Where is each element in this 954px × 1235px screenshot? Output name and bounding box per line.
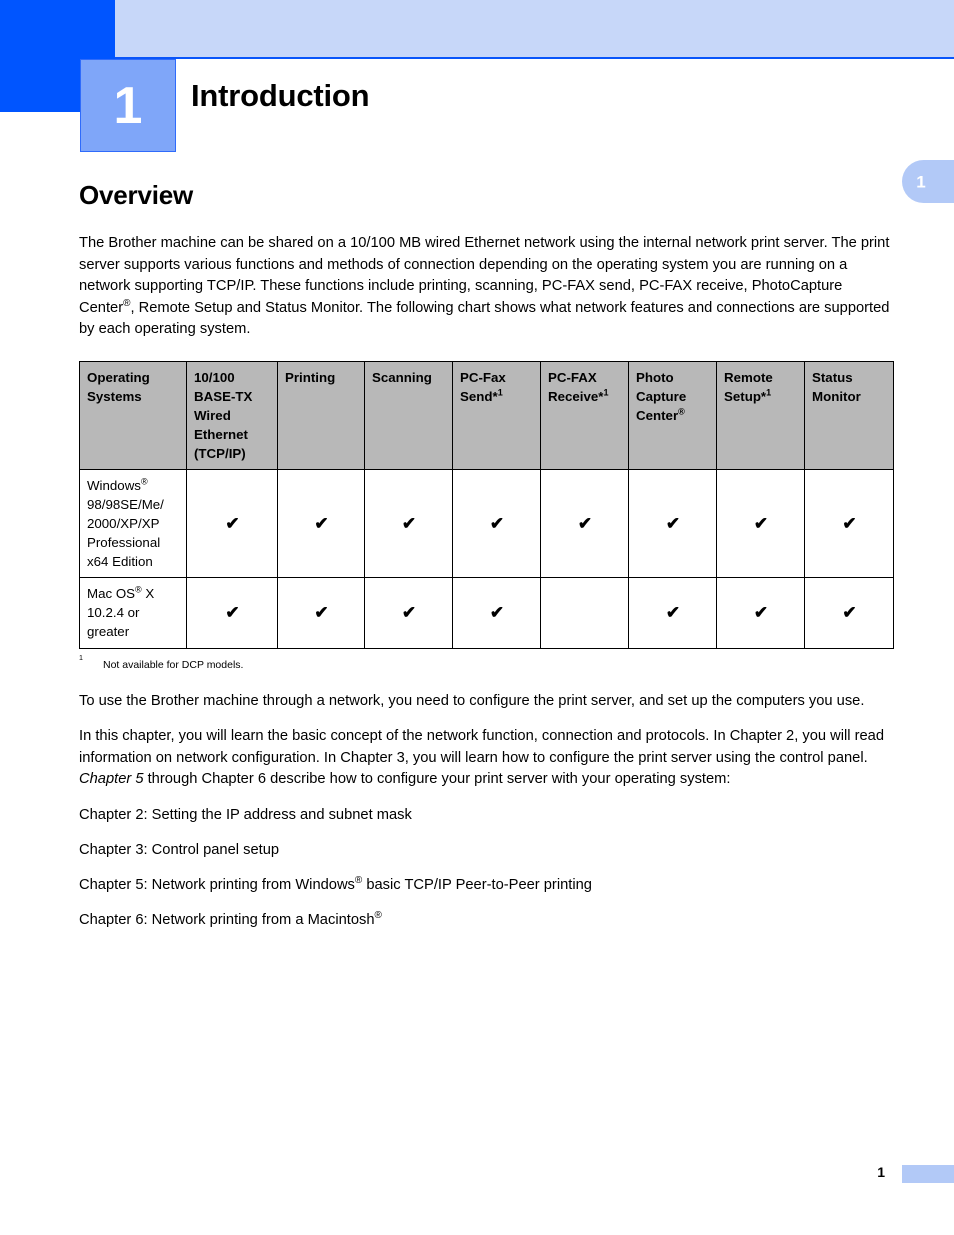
- chapter-list-text: Chapter 6: Network printing from a Macin…: [79, 911, 375, 928]
- header-line: Setup*: [724, 388, 767, 404]
- footnote-text: Not available for DCP models.: [103, 658, 244, 671]
- column-header-pcfax-receive: PC-FAX Receive*1: [540, 360, 629, 470]
- section-heading: Overview: [79, 180, 194, 210]
- column-header-operating-systems: Operating Systems: [79, 360, 187, 470]
- header-line: Operating: [87, 369, 150, 385]
- header-banner: [115, 0, 954, 57]
- os-name: Mac OS: [87, 585, 136, 601]
- column-header-pcfax-send: PC-Fax Send*1: [452, 360, 541, 470]
- header-line: Systems: [87, 388, 142, 404]
- table-row: Windows® 98/98SE/Me/ 2000/XP/XP Professi…: [79, 468, 894, 578]
- chapter-number: 1: [113, 76, 143, 135]
- os-version-line: Professional: [87, 534, 161, 550]
- footnote-ref: 1: [497, 387, 503, 398]
- header-line: Receive*: [548, 388, 604, 404]
- chapter-list-text: Chapter 5: Network printing from Windows: [79, 876, 355, 893]
- header-rule: [115, 57, 954, 59]
- chapter-list-text-suffix: basic TCP/IP Peer-to-Peer printing: [362, 876, 592, 893]
- support-cell-pcfax-send: ✔: [452, 576, 541, 649]
- header-line: Status: [812, 369, 853, 385]
- header-line: PC-Fax: [460, 369, 506, 385]
- header-line: (TCP/IP): [194, 445, 246, 461]
- os-version-line: 10.2.4 or: [87, 604, 140, 620]
- page-content: Overview The Brother machine can be shar…: [79, 180, 894, 945]
- registered-mark-icon: ®: [135, 584, 142, 595]
- header-line: Printing: [285, 369, 336, 385]
- compatibility-table: Operating Systems 10/100 BASE-TX Wired E…: [79, 360, 894, 649]
- chapter-list-item: Chapter 6: Network printing from a Macin…: [79, 910, 894, 931]
- support-cell-pcfax-send: ✔: [452, 468, 541, 578]
- header-line: Center: [636, 407, 679, 423]
- footnote: 1Not available for DCP models.: [79, 653, 244, 671]
- registered-mark-icon: ®: [678, 406, 685, 417]
- support-cell-photocapture: ✔: [628, 576, 717, 649]
- chapter-overview-part1: In this chapter, you will learn the basi…: [79, 728, 885, 766]
- header-line: Ethernet: [194, 426, 248, 442]
- os-name: Windows: [87, 477, 141, 493]
- support-cell-pcfax-receive: ✔: [540, 468, 629, 578]
- chapter-reference-italic: Chapter 5: [79, 771, 144, 787]
- overview-paragraph: The Brother machine can be shared on a 1…: [79, 233, 894, 341]
- header-line: Send*: [460, 388, 498, 404]
- header-line: Remote: [724, 369, 773, 385]
- support-cell-ethernet: ✔: [186, 576, 278, 649]
- registered-mark-icon: ®: [374, 909, 382, 921]
- column-header-printing: Printing: [277, 360, 365, 470]
- support-cell-status-monitor: ✔: [804, 468, 894, 578]
- chapter-list-item: Chapter 2: Setting the IP address and su…: [79, 806, 412, 823]
- column-header-status-monitor: Status Monitor: [804, 360, 894, 470]
- support-cell-remote-setup: ✔: [716, 576, 805, 649]
- footnote-ref: 1: [766, 387, 772, 398]
- support-cell-printing: ✔: [277, 468, 365, 578]
- os-version-line: x64 Edition: [87, 553, 153, 569]
- support-cell-remote-setup: ✔: [716, 468, 805, 578]
- column-header-ethernet: 10/100 BASE-TX Wired Ethernet (TCP/IP): [186, 360, 278, 470]
- support-cell-scanning: ✔: [364, 576, 453, 649]
- header-line: PC-FAX: [548, 369, 597, 385]
- registered-mark-icon: ®: [140, 476, 148, 487]
- os-version-line: greater: [87, 623, 130, 639]
- support-cell-printing: ✔: [277, 576, 365, 649]
- paragraph-network-setup: To use the Brother machine through a net…: [79, 692, 865, 709]
- page-title: Introduction: [191, 78, 370, 113]
- side-tab-marker: 1: [902, 160, 954, 203]
- page-number: 1: [877, 1164, 885, 1180]
- side-tab-number: 1: [916, 172, 926, 191]
- column-header-scanning: Scanning: [364, 360, 453, 470]
- chapter-number-box: 1: [80, 59, 176, 152]
- row-label-macos: Mac OS® X 10.2.4 or greater: [79, 576, 187, 649]
- header-line: Photo: [636, 369, 674, 385]
- support-cell-status-monitor: ✔: [804, 576, 894, 649]
- column-header-remote-setup: Remote Setup*1: [716, 360, 805, 470]
- paragraph-chapter-overview: In this chapter, you will learn the basi…: [79, 726, 894, 791]
- row-label-windows: Windows® 98/98SE/Me/ 2000/XP/XP Professi…: [79, 468, 187, 578]
- chapter-list-item: Chapter 3: Control panel setup: [79, 841, 280, 858]
- header-line: Scanning: [372, 369, 432, 385]
- overview-text-part2: , Remote Setup and Status Monitor. The f…: [79, 299, 890, 338]
- chapter-overview-part2: through Chapter 6 describe how to config…: [143, 771, 731, 787]
- support-cell-photocapture: ✔: [628, 468, 717, 578]
- os-version-line: 2000/XP/XP: [87, 515, 160, 531]
- table-header-row: Operating Systems 10/100 BASE-TX Wired E…: [79, 360, 894, 470]
- os-version-line: 98/98SE/Me/: [87, 496, 164, 512]
- support-cell-scanning: ✔: [364, 468, 453, 578]
- chapter-list-item: Chapter 5: Network printing from Windows…: [79, 875, 894, 896]
- footnote-ref: 1: [603, 387, 609, 398]
- os-name-suffix: X: [141, 585, 155, 601]
- footer-bar: [902, 1165, 954, 1183]
- table-row: Mac OS® X 10.2.4 or greater ✔ ✔ ✔ ✔ ✔ ✔ …: [79, 576, 894, 649]
- column-header-photocapture-center: Photo Capture Center®: [628, 360, 717, 470]
- support-cell-pcfax-receive: [540, 576, 629, 649]
- header-line: Wired: [194, 407, 231, 423]
- header-line: Capture: [636, 388, 687, 404]
- header-line: 10/100: [194, 369, 235, 385]
- header-line: Monitor: [812, 388, 861, 404]
- header-line: BASE-TX: [194, 388, 253, 404]
- support-cell-ethernet: ✔: [186, 468, 278, 578]
